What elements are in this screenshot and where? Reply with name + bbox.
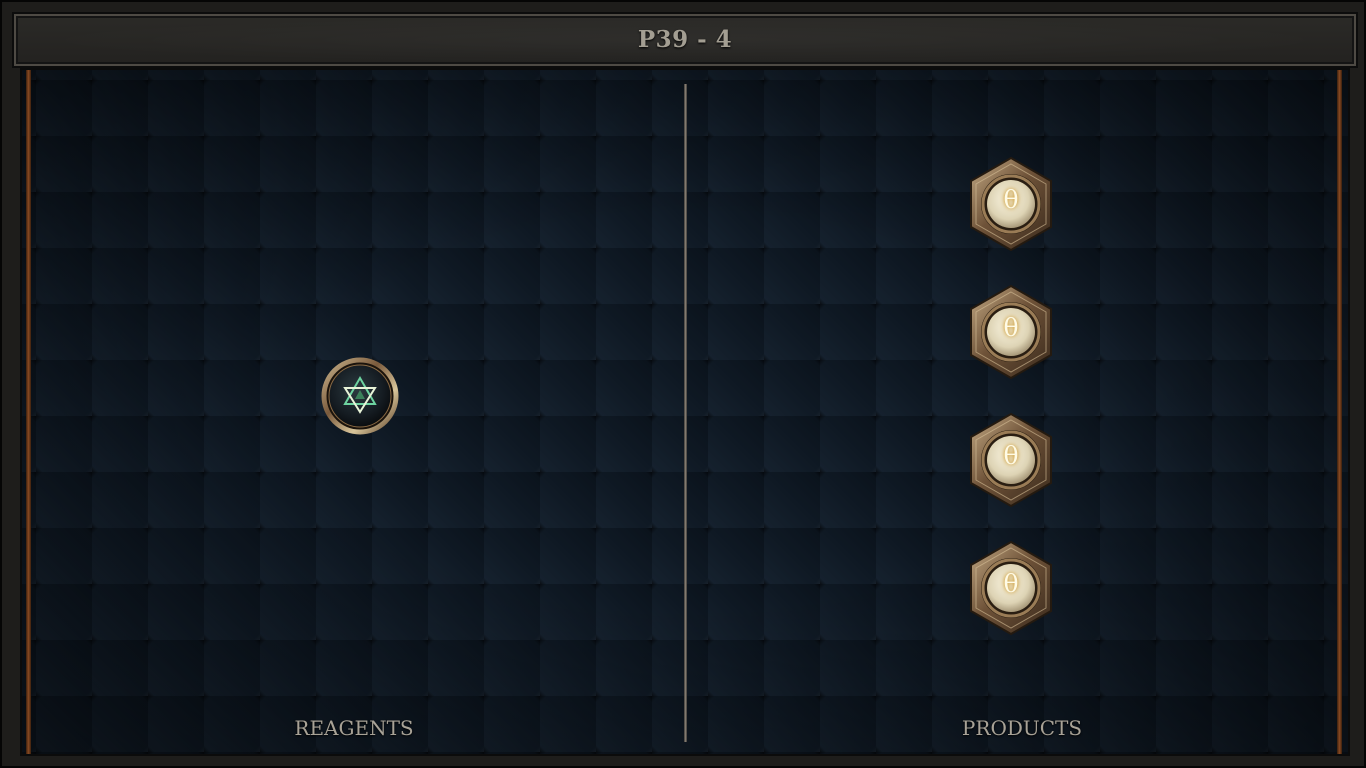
reagent-slot[interactable] — [320, 356, 400, 436]
left-copper-rail — [26, 70, 31, 754]
hexagram-orb-icon — [321, 357, 399, 435]
products-label: PRODUCTS — [961, 716, 1083, 740]
reagents-label: REAGENTS — [294, 716, 414, 740]
theta-slot-icon — [970, 156, 1052, 252]
title-bar: P39 - 4 — [14, 14, 1356, 66]
product-slot-3[interactable]: θ — [968, 412, 1054, 508]
product-slot-4[interactable]: θ — [968, 540, 1054, 636]
alchemy-board: θ θ θ θ REAGENTS PRODUCTS — [20, 68, 1350, 756]
game-frame: P39 - 4 θ θ θ θ REAGENTS PRODUCTS — [0, 0, 1366, 768]
right-copper-rail — [1337, 70, 1342, 754]
puzzle-title: P39 - 4 — [637, 26, 733, 53]
product-slot-2[interactable]: θ — [968, 284, 1054, 380]
product-slot-1[interactable]: θ — [968, 156, 1054, 252]
panel-divider — [684, 84, 687, 742]
theta-slot-icon — [970, 412, 1052, 508]
theta-slot-icon — [970, 284, 1052, 380]
theta-slot-icon — [970, 540, 1052, 636]
